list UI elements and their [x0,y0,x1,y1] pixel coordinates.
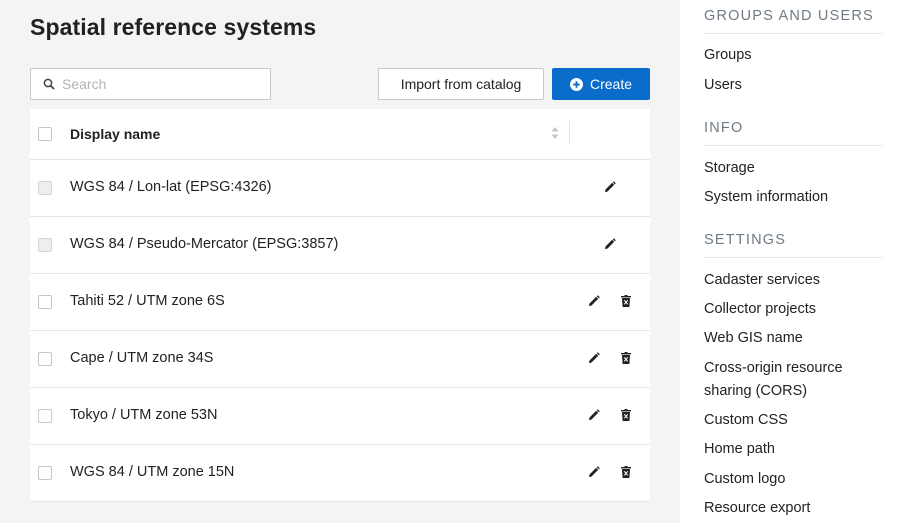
pencil-icon[interactable] [587,465,601,479]
sidebar-link[interactable]: Home path [704,438,884,461]
srs-table: Display name WGS 84 / Lon-lat (EPSG:4326… [30,109,650,502]
sidebar-link[interactable]: Web GIS name [704,327,884,350]
row-checkbox [38,181,52,195]
sidebar-link[interactable]: Cadaster services [704,269,884,292]
table-row[interactable]: WGS 84 / Pseudo-Mercator (EPSG:3857) [30,217,650,274]
table-row[interactable]: Cape / UTM zone 34S [30,331,650,388]
trash-icon[interactable] [619,465,633,479]
column-header-display-name[interactable]: Display name [70,126,160,142]
row-checkbox[interactable] [38,295,52,309]
sidebar-link[interactable]: Storage [704,157,884,180]
srs-display-name: Tokyo / UTM zone 53N [70,407,218,423]
pencil-icon[interactable] [587,294,601,308]
sidebar-section-divider [704,33,882,34]
pencil-icon[interactable] [587,408,601,422]
sidebar-link[interactable]: Groups [704,44,884,67]
sidebar-link[interactable]: System information [704,186,884,209]
sidebar-link[interactable]: Custom logo [704,468,884,491]
search-input[interactable] [62,69,262,99]
table-row[interactable]: Tahiti 52 / UTM zone 6S [30,274,650,331]
import-from-catalog-label: Import from catalog [400,76,522,92]
srs-display-name: Tahiti 52 / UTM zone 6S [70,293,225,309]
sidebar-section-title: INFO [704,120,744,136]
plus-circle-icon [569,77,583,91]
trash-icon[interactable] [619,408,633,422]
select-all-checkbox[interactable] [38,127,52,141]
srs-display-name: WGS 84 / UTM zone 15N [70,464,235,480]
table-row[interactable]: Tokyo / UTM zone 53N [30,388,650,445]
trash-icon[interactable] [619,351,633,365]
main-content: Spatial reference systems Import from ca… [0,0,680,523]
sidebar-link[interactable]: Resource export [704,497,884,520]
sidebar-link[interactable]: Users [704,74,884,97]
row-checkbox[interactable] [38,409,52,423]
srs-display-name: WGS 84 / Pseudo-Mercator (EPSG:3857) [70,236,339,252]
row-checkbox[interactable] [38,466,52,480]
sort-icon[interactable] [551,126,559,140]
sidebar-section-title: SETTINGS [704,232,787,248]
sidebar-link[interactable]: Collector projects [704,298,884,321]
table-row[interactable]: WGS 84 / UTM zone 15N [30,445,650,502]
column-divider [569,121,570,145]
create-label: Create [589,76,633,92]
sidebar-link[interactable]: Custom CSS [704,409,884,432]
search-icon [43,78,55,90]
sidebar-section-divider [704,257,882,258]
table-body: WGS 84 / Lon-lat (EPSG:4326) WGS 84 / Pse… [30,160,650,502]
table-row[interactable]: WGS 84 / Lon-lat (EPSG:4326) [30,160,650,217]
create-button[interactable]: Create [552,68,650,100]
search-box[interactable] [30,68,271,100]
srs-display-name: WGS 84 / Lon-lat (EPSG:4326) [70,179,272,195]
settings-sidebar: GROUPS AND USERS Groups Users INFO Storage Sy… [680,0,906,523]
pencil-icon[interactable] [587,351,601,365]
sidebar-link[interactable]: Cross-origin resource sharing (CORS) [704,357,884,403]
row-checkbox[interactable] [38,352,52,366]
trash-icon[interactable] [619,294,633,308]
page-title: Spatial reference systems [30,14,317,40]
sidebar-section-title: GROUPS AND USERS [704,8,874,24]
import-from-catalog-button[interactable]: Import from catalog [378,68,544,100]
pencil-icon[interactable] [603,180,617,194]
row-checkbox [38,238,52,252]
table-header: Display name [30,109,650,160]
srs-display-name: Cape / UTM zone 34S [70,350,214,366]
pencil-icon[interactable] [603,237,617,251]
sidebar-section-divider [704,145,882,146]
